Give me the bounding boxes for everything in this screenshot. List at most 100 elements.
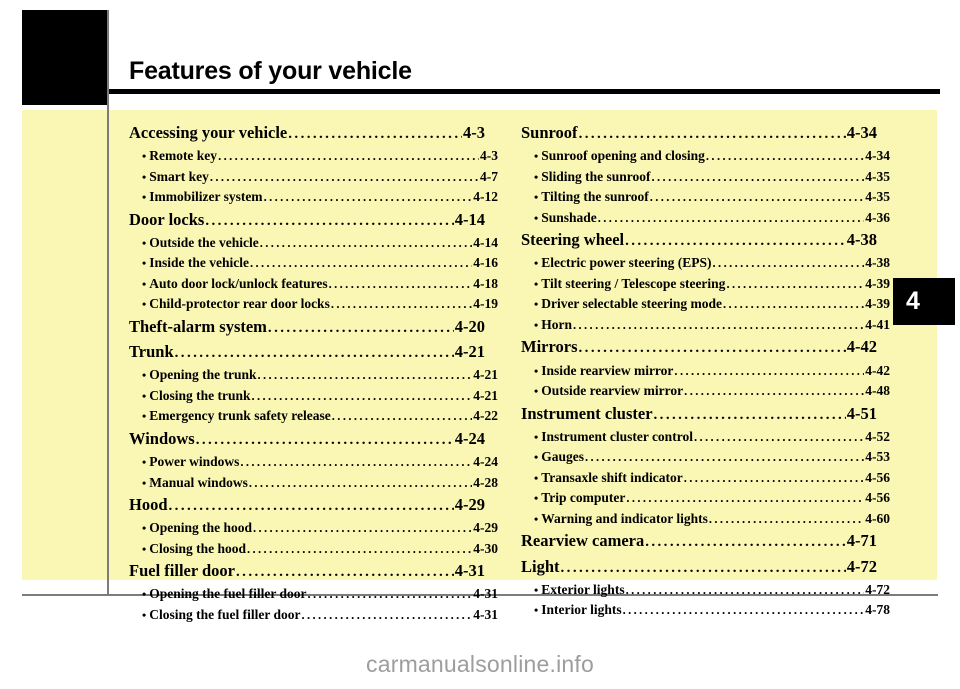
toc-subentry[interactable]: • Tilting the sunroof....................… <box>534 187 890 208</box>
leader-dots: ........................................… <box>301 607 473 622</box>
toc-heading[interactable]: Light...................................… <box>521 555 877 580</box>
toc-entry-label: Instrument cluster control <box>541 428 693 444</box>
toc-subentry[interactable]: • Horn...................................… <box>534 315 890 336</box>
toc-subentry[interactable]: • Gauges.................................… <box>534 447 890 468</box>
toc-subentry[interactable]: • Power windows..........................… <box>142 452 498 473</box>
toc-subentry[interactable]: • Opening the fuel filler door...........… <box>142 584 498 605</box>
toc-subentry[interactable]: • Sunshade...............................… <box>534 208 890 229</box>
toc-column-left: Accessing your vehicle..................… <box>129 121 498 625</box>
column-divider <box>107 10 109 594</box>
toc-entry-label: Emergency trunk safety release <box>149 408 331 424</box>
toc-page-number: 4-29 <box>473 520 498 536</box>
leader-dots: ........................................… <box>252 521 472 536</box>
leader-dots: ........................................… <box>684 384 865 399</box>
leader-dots: ........................................… <box>625 582 865 597</box>
toc-subentry[interactable]: • Smart key..............................… <box>142 167 498 188</box>
toc-subentry[interactable]: • Electric power steering (EPS)..........… <box>534 253 890 274</box>
toc-heading[interactable]: Mirrors.................................… <box>521 335 877 360</box>
toc-entry-label: Mirrors <box>521 337 578 357</box>
leader-dots: ........................................… <box>708 511 864 526</box>
toc-heading[interactable]: Door locks..............................… <box>129 208 485 233</box>
bullet-icon: • <box>534 384 539 399</box>
toc-entry-label: Outside the vehicle <box>149 234 259 250</box>
site-watermark: carmanualsonline.info <box>366 651 594 677</box>
toc-subentry[interactable]: • Opening the trunk......................… <box>142 365 498 386</box>
leader-dots: ........................................… <box>195 431 454 448</box>
toc-subentry[interactable]: • Remote key.............................… <box>142 146 498 167</box>
toc-entry-label: Interior lights <box>541 602 622 618</box>
toc-subentry[interactable]: • Sliding the sunroof....................… <box>534 167 890 188</box>
chapter-tab: 4 <box>893 278 955 325</box>
toc-heading[interactable]: Accessing your vehicle..................… <box>129 121 485 146</box>
toc-page-number: 4-35 <box>865 168 890 184</box>
toc-page-number: 4-14 <box>454 209 485 229</box>
chapter-header-block <box>22 10 108 105</box>
toc-heading[interactable]: Steering wheel..........................… <box>521 228 877 253</box>
toc-subentry[interactable]: • Closing the trunk......................… <box>142 386 498 407</box>
toc-entry-label: Sunshade <box>541 209 597 225</box>
bullet-icon: • <box>534 256 539 271</box>
bullet-icon: • <box>534 511 539 526</box>
toc-column-right: Sunroof.................................… <box>521 121 890 621</box>
toc-heading[interactable]: Trunk...................................… <box>129 340 485 365</box>
toc-subentry[interactable]: • Interior lights........................… <box>534 600 890 621</box>
toc-heading[interactable]: Instrument cluster......................… <box>521 402 877 427</box>
bullet-icon: • <box>534 429 539 444</box>
toc-page-number: 4-21 <box>473 367 498 383</box>
toc-subentry[interactable]: • Warning and indicator lights...........… <box>534 509 890 530</box>
leader-dots: ........................................… <box>168 498 454 515</box>
toc-subentry[interactable]: • Closing the hood.......................… <box>142 539 498 560</box>
toc-entry-label: Steering wheel <box>521 230 625 250</box>
leader-dots: ........................................… <box>205 212 453 229</box>
toc-entry-label: Inside the vehicle <box>149 255 249 271</box>
toc-subentry[interactable]: • Outside the vehicle....................… <box>142 233 498 254</box>
leader-dots: ........................................… <box>218 149 479 164</box>
toc-subentry[interactable]: • Immobilizer system.....................… <box>142 187 498 208</box>
toc-page-number: 4-3 <box>480 148 498 164</box>
leader-dots: ........................................… <box>267 319 454 336</box>
bullet-icon: • <box>142 169 147 184</box>
toc-entry-label: Trip computer <box>541 490 626 506</box>
toc-page-number: 4-18 <box>473 275 498 291</box>
toc-heading[interactable]: Rearview camera.........................… <box>521 529 877 554</box>
toc-page-number: 4-56 <box>865 469 890 485</box>
bullet-icon: • <box>534 317 539 332</box>
toc-entry-label: Gauges <box>541 449 584 465</box>
bullet-icon: • <box>534 470 539 485</box>
toc-entry-label: Remote key <box>149 148 218 164</box>
toc-subentry[interactable]: • Tilt steering / Telescope steering.....… <box>534 274 890 295</box>
toc-subentry[interactable]: • Emergency trunk safety release.........… <box>142 406 498 427</box>
leader-dots: ........................................… <box>626 491 865 506</box>
toc-entry-label: Driver selectable steering mode <box>541 296 723 312</box>
toc-subentry[interactable]: • Transaxle shift indicator..............… <box>534 468 890 489</box>
toc-subentry[interactable]: • Manual windows.........................… <box>142 473 498 494</box>
toc-subentry[interactable]: • Sunroof opening and closing............… <box>534 146 890 167</box>
toc-heading[interactable]: Sunroof.................................… <box>521 121 877 146</box>
toc-page-number: 4-29 <box>454 495 485 515</box>
toc-entry-label: Opening the fuel filler door <box>149 586 307 602</box>
toc-entry-label: Theft-alarm system <box>129 316 267 336</box>
toc-entry-label: Child-protector rear door locks <box>149 296 330 312</box>
toc-subentry[interactable]: • Instrument cluster control.............… <box>534 427 890 448</box>
toc-subentry[interactable]: • Inside rearview mirror.................… <box>534 361 890 382</box>
toc-heading[interactable]: Fuel filler door........................… <box>129 559 485 584</box>
toc-subentry[interactable]: • Closing the fuel filler door...........… <box>142 605 498 626</box>
toc-subentry[interactable]: • Trip computer..........................… <box>534 488 890 509</box>
bullet-icon: • <box>142 521 147 536</box>
toc-subentry[interactable]: • Inside the vehicle.....................… <box>142 253 498 274</box>
toc-subentry[interactable]: • Exterior lights........................… <box>534 580 890 601</box>
toc-subentry[interactable]: • Auto door lock/unlock features.........… <box>142 274 498 295</box>
toc-subentry[interactable]: • Child-protector rear door locks........… <box>142 294 498 315</box>
toc-heading[interactable]: Theft-alarm system......................… <box>129 315 485 340</box>
bullet-icon: • <box>142 455 147 470</box>
toc-heading[interactable]: Windows.................................… <box>129 427 485 452</box>
toc-page-number: 4-31 <box>473 586 498 602</box>
toc-entry-label: Outside rearview mirror <box>541 383 684 399</box>
toc-subentry[interactable]: • Opening the hood.......................… <box>142 518 498 539</box>
toc-subentry[interactable]: • Outside rearview mirror................… <box>534 381 890 402</box>
toc-entry-label: Trunk <box>129 342 174 362</box>
toc-heading[interactable]: Hood....................................… <box>129 493 485 518</box>
toc-page-number: 4-34 <box>865 148 890 164</box>
toc-subentry[interactable]: • Driver selectable steering mode........… <box>534 294 890 315</box>
toc-page-number: 4-53 <box>865 449 890 465</box>
